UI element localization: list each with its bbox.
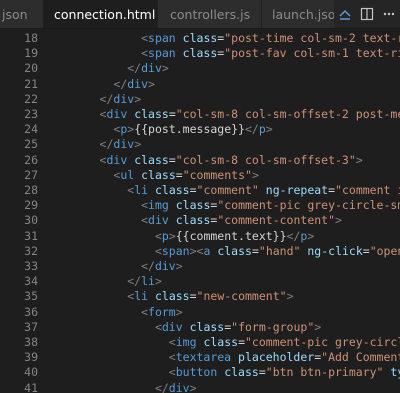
line-number: 26 xyxy=(24,152,38,167)
code-line[interactable]: 28 <li class="comment" ng-repeat="commen… xyxy=(0,182,400,198)
code-line[interactable]: 33 </div> xyxy=(0,258,400,274)
more-icon[interactable] xyxy=(381,6,397,22)
code-text: <div class="col-sm-8 col-sm-offset-2 pos… xyxy=(99,107,400,121)
line-number: 36 xyxy=(24,304,38,319)
code-line[interactable]: 30 <div class="comment-content"> xyxy=(0,212,400,228)
code-text: </div> xyxy=(141,259,183,273)
code-line[interactable]: 26 <div class="col-sm-8 col-sm-offset-3"… xyxy=(0,152,400,168)
tab-label: launch.json xyxy=(272,6,344,22)
tab-connection-html[interactable]: connection.html × xyxy=(44,0,175,28)
code-text: <li class="comment" ng-repeat="comment i… xyxy=(127,183,400,197)
line-number: 32 xyxy=(24,243,38,258)
code-text: <div class="form-group"> xyxy=(154,319,322,334)
code-line[interactable]: 35 <li class="new-comment"> xyxy=(0,288,400,304)
code-text: <button class="btn btn-primary" type="su… xyxy=(168,365,400,380)
tab-label: connection.html xyxy=(54,6,156,22)
code-text: </li> xyxy=(127,274,162,289)
line-number: 37 xyxy=(24,319,38,334)
editor-actions xyxy=(334,0,400,28)
code-line[interactable]: 25 </div> xyxy=(0,136,400,152)
line-number: 28 xyxy=(24,183,38,197)
code-text: <span class="post-time col-sm-2 text-rig… xyxy=(141,31,400,45)
line-number: 27 xyxy=(24,167,38,182)
code-line[interactable]: 19 <span class="post-fav col-sm-1 text-r… xyxy=(0,45,400,61)
code-text: <div class="col-sm-8 col-sm-offset-3"> xyxy=(99,152,363,167)
code-text: <ul class="comments"> xyxy=(113,167,259,182)
code-line[interactable]: 38 <img class="comment-pic grey-circle-s… xyxy=(0,334,400,350)
line-number: 29 xyxy=(24,198,38,213)
tab-controllers-js[interactable]: controllers.js xyxy=(158,0,262,28)
line-number: 30 xyxy=(24,213,38,228)
code-line[interactable]: 40 <button class="btn btn-primary" type=… xyxy=(0,364,400,380)
code-line[interactable]: 34 </li> xyxy=(0,273,400,289)
code-text: <span><a class="hand" ng-click="openUser… xyxy=(154,243,400,258)
line-number: 41 xyxy=(24,380,38,393)
code-line[interactable]: 32 <span><a class="hand" ng-click="openU… xyxy=(0,243,400,259)
code-text: <img class="comment-pic grey-circle-sm" … xyxy=(141,198,400,213)
line-number: 20 xyxy=(24,61,38,76)
code-line[interactable]: 22 </div> xyxy=(0,91,400,107)
code-text: <span class="post-fav col-sm-1 text-righ… xyxy=(141,46,400,61)
line-number: 35 xyxy=(24,289,38,304)
line-number: 22 xyxy=(24,91,38,106)
code-line[interactable]: 27 <ul class="comments"> xyxy=(0,167,400,183)
code-text: <li class="new-comment"> xyxy=(127,289,294,304)
code-text: </div> xyxy=(99,91,142,106)
split-compare-icon[interactable] xyxy=(337,6,353,22)
line-number: 23 xyxy=(24,107,38,121)
line-number: 40 xyxy=(24,365,38,380)
code-line[interactable]: 18 <span class="post-time col-sm-2 text-… xyxy=(0,30,400,46)
line-number: 31 xyxy=(24,228,38,243)
line-number: 18 xyxy=(24,31,38,45)
line-number: 25 xyxy=(24,137,38,152)
code-line[interactable]: 36 <form> xyxy=(0,304,400,320)
code-text: </div> xyxy=(99,137,142,152)
code-text: </div> xyxy=(154,380,197,393)
code-text: <form> xyxy=(141,304,183,319)
code-line[interactable]: 24 <p>{{post.message}}</p> xyxy=(0,121,400,137)
code-line[interactable]: 41 </div> xyxy=(0,380,400,393)
code-text: </div> xyxy=(113,76,155,91)
line-number: 33 xyxy=(24,259,38,273)
tab-json[interactable]: json xyxy=(0,0,44,28)
split-editor-icon[interactable] xyxy=(359,6,375,22)
code-line[interactable]: 37 <div class="form-group"> xyxy=(0,319,400,335)
code-text: <div class="comment-content"> xyxy=(141,213,342,228)
tab-label: json xyxy=(2,6,28,22)
code-line[interactable]: 20 </div> xyxy=(0,60,400,76)
code-text: <p>{{comment.text}}</p> xyxy=(154,228,315,243)
code-editor[interactable]: 18 <span class="post-time col-sm-2 text-… xyxy=(0,28,400,393)
code-text: <p>{{post.message}}</p> xyxy=(113,122,273,137)
line-number: 21 xyxy=(24,76,38,91)
tab-label: controllers.js xyxy=(170,6,251,22)
code-line[interactable]: 39 <textarea placeholder="Add Comment" c… xyxy=(0,349,400,365)
line-number: 19 xyxy=(24,46,38,61)
line-number: 24 xyxy=(24,122,38,137)
code-text: <img class="comment-pic grey-circle-sm" … xyxy=(168,335,400,349)
line-number: 38 xyxy=(24,335,38,349)
line-number: 34 xyxy=(24,274,38,289)
line-number: 39 xyxy=(24,350,38,365)
code-text: </div> xyxy=(127,61,169,76)
code-line[interactable]: 21 </div> xyxy=(0,76,400,92)
code-text: <textarea placeholder="Add Comment" clas… xyxy=(168,350,400,365)
code-line[interactable]: 29 <img class="comment-pic grey-circle-s… xyxy=(0,197,400,213)
code-line[interactable]: 23 <div class="col-sm-8 col-sm-offset-2 … xyxy=(0,106,400,122)
code-line[interactable]: 31 <p>{{comment.text}}</p> xyxy=(0,228,400,244)
